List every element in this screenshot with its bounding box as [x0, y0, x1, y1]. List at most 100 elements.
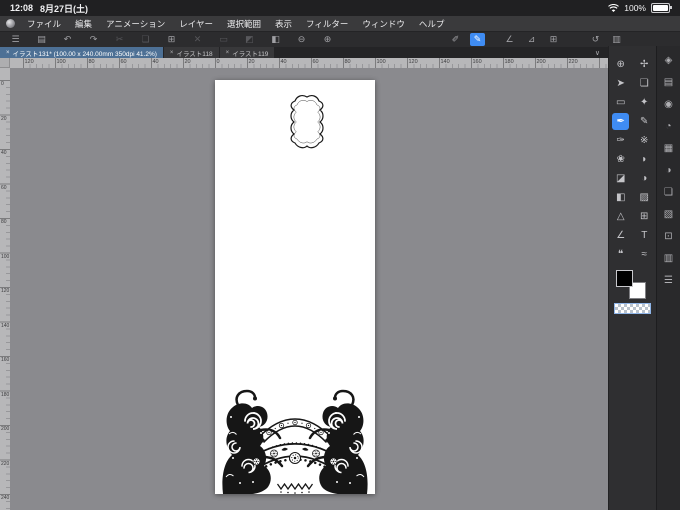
ruler-label: 220: [1, 460, 10, 467]
sub-view-panel-icon[interactable]: ☰: [662, 274, 676, 288]
tab-illust-119[interactable]: × イラスト119: [219, 47, 275, 58]
brush-size-panel-icon[interactable]: ◉: [662, 98, 676, 112]
tab-overflow-chevron-icon[interactable]: ∨: [595, 49, 600, 57]
close-tab-icon[interactable]: ×: [6, 50, 10, 56]
airbrush-tool-icon[interactable]: ※: [636, 132, 653, 149]
invert-selection-icon[interactable]: ◩: [242, 33, 257, 46]
clip-studio-logo-icon[interactable]: [6, 19, 15, 28]
text-tool-icon[interactable]: T: [636, 227, 653, 244]
ruler-label: 80: [344, 58, 351, 65]
layer-panel-icon[interactable]: ❏: [662, 186, 676, 200]
ruler-label: 80: [1, 219, 7, 225]
layer-property-panel-icon[interactable]: ▧: [662, 208, 676, 222]
brush-tool-icon[interactable]: ✑: [612, 132, 629, 149]
pen-tool-icon[interactable]: ✒: [612, 113, 630, 130]
zoom-in-icon[interactable]: ⊕: [320, 33, 335, 46]
close-tab-icon[interactable]: ×: [170, 50, 174, 56]
tool-property-panel-icon[interactable]: ▤: [662, 76, 676, 90]
menu-filter[interactable]: フィルター: [299, 18, 355, 30]
color-mix-panel-icon[interactable]: ◑: [662, 164, 676, 178]
selection-tool-icon[interactable]: ▭: [612, 94, 629, 111]
material-panel-icon[interactable]: ▥: [662, 252, 676, 266]
ruler-label: 140: [1, 322, 10, 329]
auto-select-tool-icon[interactable]: ✦: [636, 94, 653, 111]
panel-layout-icon[interactable]: ▥: [609, 33, 624, 46]
menu-edit[interactable]: 編集: [68, 18, 99, 30]
gradient-tool-icon[interactable]: ▨: [636, 189, 653, 206]
ruler-label: 40: [280, 58, 287, 65]
draw-line-icon[interactable]: ✎: [470, 33, 485, 46]
copy-icon[interactable]: ❏: [138, 33, 153, 46]
ruler-label: 40: [1, 150, 7, 156]
tab-illust-131[interactable]: × イラスト131* (100.00 x 240.00mm 350dpi 41.…: [0, 47, 163, 58]
delete-icon[interactable]: ✕: [190, 33, 205, 46]
paste-icon[interactable]: ⊞: [164, 33, 179, 46]
snap-special-ruler-icon[interactable]: ⊿: [524, 33, 539, 46]
tab-label: イラスト131* (100.00 x 240.00mm 350dpi 41.2%…: [12, 50, 157, 58]
cut-icon[interactable]: ✂: [112, 33, 127, 46]
redo-icon[interactable]: ↷: [86, 33, 101, 46]
eraser-tool-icon[interactable]: ◪: [612, 170, 629, 187]
pencil-tool-icon[interactable]: ✎: [636, 113, 653, 130]
menu-animation[interactable]: アニメーション: [99, 18, 172, 30]
foreground-color-swatch[interactable]: [616, 270, 633, 287]
fill-icon[interactable]: ◧: [268, 33, 283, 46]
ruler-label: 120: [408, 58, 418, 65]
ruler-label: 80: [88, 58, 95, 65]
operation-tool-icon[interactable]: ➤: [612, 75, 629, 92]
menu-window[interactable]: ウィンドウ: [355, 18, 412, 30]
blend-tool-icon[interactable]: ◑: [636, 170, 653, 187]
zoom-tool-icon[interactable]: ⊕: [612, 56, 629, 73]
quick-access-panel-icon[interactable]: ◈: [662, 54, 676, 68]
ruler-label: 60: [1, 184, 7, 191]
undo-icon[interactable]: ↶: [60, 33, 75, 46]
menu-selection[interactable]: 選択範囲: [220, 18, 268, 30]
pan-tool-icon[interactable]: ✢: [636, 56, 653, 73]
command-bar: ☰ ▤ ↶ ↷ ✂ ❏ ⊞ ✕ ▭ ◩ ◧ ⊖ ⊕ ✐ ✎ ∠ ⊿ ⊞ ↺ ▥: [0, 31, 680, 47]
command-snap-group: ∠ ⊿ ⊞: [502, 33, 561, 46]
line-edit-icon[interactable]: ✐: [448, 33, 463, 46]
cartouche-frame-artwork: [290, 95, 324, 149]
tab-illust-118[interactable]: × イラスト118: [163, 47, 219, 58]
ruler-label: 180: [1, 391, 10, 398]
snap-ruler-icon[interactable]: ∠: [502, 33, 517, 46]
ruler-label: 0: [1, 81, 4, 87]
zoom-out-icon[interactable]: ⊖: [294, 33, 309, 46]
ruler-label: 200: [536, 58, 546, 65]
color-set-panel-icon[interactable]: ▦: [662, 142, 676, 156]
tab-label: イラスト119: [232, 50, 269, 58]
save-icon[interactable]: ▤: [34, 33, 49, 46]
snap-grid-icon[interactable]: ⊞: [546, 33, 561, 46]
status-date: 8月27日(土): [40, 3, 89, 14]
decoration-tool-icon[interactable]: ❀: [612, 151, 629, 168]
deselect-icon[interactable]: ▭: [216, 33, 231, 46]
rotate-reset-icon[interactable]: ↺: [588, 33, 603, 46]
ruler-label: 40: [152, 58, 159, 65]
balloon-tool-icon[interactable]: ❝: [612, 246, 629, 263]
figure-tool-icon[interactable]: △: [612, 208, 629, 225]
frame-border-tool-icon[interactable]: ⊞: [636, 208, 653, 225]
color-wheel-panel-icon[interactable]: ◔: [662, 120, 676, 134]
line-correction-tool-icon[interactable]: ≈: [636, 246, 653, 263]
ruler-label: 200: [1, 426, 10, 432]
app-menu-icon[interactable]: ☰: [8, 33, 23, 46]
menu-layer[interactable]: レイヤー: [172, 18, 220, 30]
ruler-origin-corner: [0, 58, 10, 68]
fill-tool-icon[interactable]: ◧: [612, 189, 629, 206]
command-view-group: ↺ ▥: [588, 33, 624, 46]
document-tab-bar: × イラスト131* (100.00 x 240.00mm 350dpi 41.…: [0, 47, 608, 58]
ruler-label: 160: [472, 58, 482, 65]
navigator-panel-icon[interactable]: ⊡: [662, 230, 676, 244]
menu-view[interactable]: 表示: [268, 18, 299, 30]
ruler-tool-icon[interactable]: ∠: [612, 227, 629, 244]
close-tab-icon[interactable]: ×: [226, 50, 230, 56]
eyedropper-tool-icon[interactable]: ◗: [636, 151, 653, 168]
layer-move-tool-icon[interactable]: ❏: [636, 75, 653, 92]
menu-bar: ファイル 編集 アニメーション レイヤー 選択範囲 表示 フィルター ウィンドウ ヘルプ: [0, 16, 680, 31]
menu-items: ファイル 編集 アニメーション レイヤー 選択範囲 表示 フィルター ウィンドウ ヘルプ: [20, 18, 451, 30]
menu-file[interactable]: ファイル: [20, 18, 68, 30]
transparent-color-swatch[interactable]: [614, 303, 651, 314]
canvas[interactable]: [215, 80, 375, 494]
canvas-workspace[interactable]: [10, 68, 608, 510]
menu-help[interactable]: ヘルプ: [412, 18, 452, 30]
